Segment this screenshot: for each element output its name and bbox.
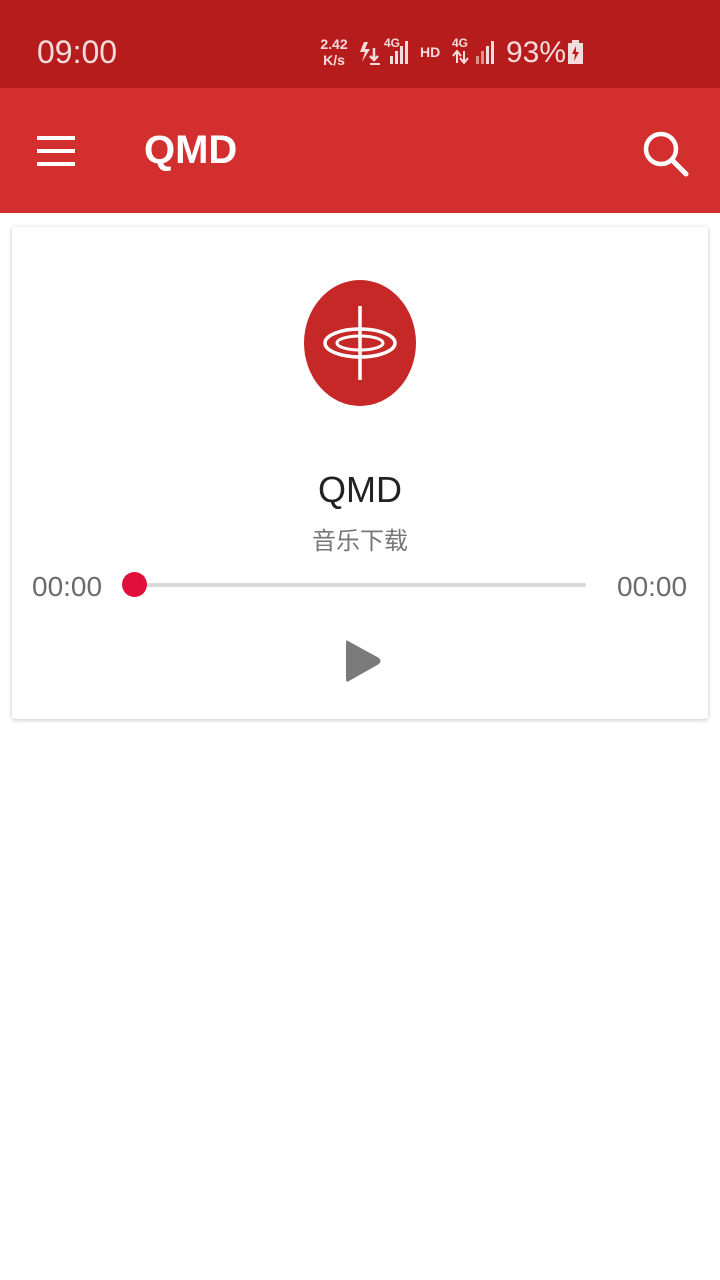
signal-icon xyxy=(476,41,494,64)
elapsed-time: 00:00 xyxy=(32,571,103,602)
battery-charging-icon xyxy=(568,40,583,64)
data-arrows-icon xyxy=(360,42,380,65)
qmd-logo-icon xyxy=(304,280,416,406)
battery-percent: 93% xyxy=(506,36,567,69)
network-speed: 2.42 K/s xyxy=(316,36,352,68)
signal-icon xyxy=(390,41,408,64)
network-label: 4G xyxy=(452,36,469,50)
network-speed-value: 2.42 xyxy=(320,36,348,52)
seek-bar[interactable] xyxy=(134,583,586,587)
play-icon[interactable] xyxy=(342,637,384,685)
seek-thumb[interactable] xyxy=(122,572,147,597)
app-title: QMD xyxy=(144,128,238,172)
app-bar: QMD xyxy=(0,88,720,213)
status-bar: 09:00 2.42 K/s 4G HD 4G 93% xyxy=(0,0,720,88)
search-icon[interactable] xyxy=(640,128,690,178)
network-speed-unit: K/s xyxy=(323,52,345,68)
signal-group-2: 4G xyxy=(452,36,498,66)
player-card: QMD 音乐下载 00:00 00:00 xyxy=(12,227,708,719)
data-arrows-icon xyxy=(452,50,469,64)
status-time: 09:00 xyxy=(37,34,118,70)
signal-group-1: 4G xyxy=(384,36,414,66)
hd-icon: HD xyxy=(420,44,441,60)
hamburger-menu-icon[interactable] xyxy=(37,136,75,166)
track-subtitle: 音乐下载 xyxy=(312,528,408,555)
total-duration: 00:00 xyxy=(617,571,688,602)
track-title: QMD xyxy=(318,469,402,510)
